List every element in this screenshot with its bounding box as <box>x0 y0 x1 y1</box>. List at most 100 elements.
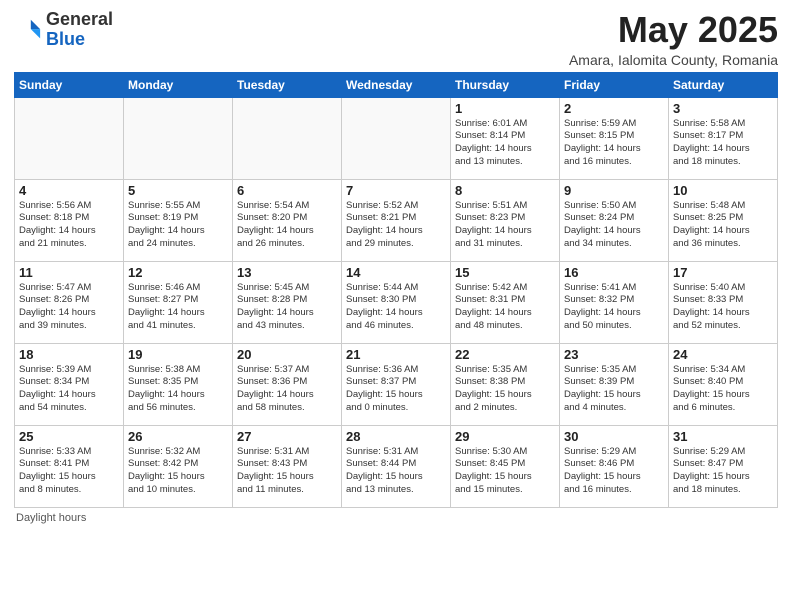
title-block: May 2025 Amara, Ialomita County, Romania <box>569 10 778 68</box>
calendar-cell <box>342 97 451 179</box>
logo: General Blue <box>14 10 113 50</box>
day-number: 24 <box>673 347 773 362</box>
calendar-cell <box>233 97 342 179</box>
cell-content: Sunrise: 5:47 AM Sunset: 8:26 PM Dayligh… <box>19 282 119 333</box>
calendar-cell: 5Sunrise: 5:55 AM Sunset: 8:19 PM Daylig… <box>124 179 233 261</box>
week-row-5: 25 Sunrise: 5:33 AM Sunset: 8:41 PM Dayli… <box>15 425 778 507</box>
calendar-cell: 13Sunrise: 5:45 AM Sunset: 8:28 PM Dayli… <box>233 261 342 343</box>
calendar-cell: 25 Sunrise: 5:33 AM Sunset: 8:41 PM Dayli… <box>15 425 124 507</box>
cell-content: Sunrise: 5:33 AM Sunset: 8:41 PM Dayligh… <box>19 446 119 497</box>
week-row-2: 4 Sunrise: 5:56 AM Sunset: 8:18 PM Daylig… <box>15 179 778 261</box>
footer-note: Daylight hours <box>14 512 778 524</box>
calendar-cell: 26 Sunrise: 5:32 AM Sunset: 8:42 PM Dayli… <box>124 425 233 507</box>
day-number: 22 <box>455 347 555 362</box>
week-row-3: 11Sunrise: 5:47 AM Sunset: 8:26 PM Dayli… <box>15 261 778 343</box>
header-row-days: SundayMondayTuesdayWednesdayThursdayFrid… <box>15 72 778 97</box>
calendar-cell: 1Sunrise: 6:01 AM Sunset: 8:14 PM Daylig… <box>451 97 560 179</box>
logo-general: General <box>46 9 113 29</box>
day-header-tuesday: Tuesday <box>233 72 342 97</box>
calendar-cell: 18Sunrise: 5:39 AM Sunset: 8:34 PM Dayli… <box>15 343 124 425</box>
day-number: 10 <box>673 183 773 198</box>
day-number: 2 <box>564 101 664 116</box>
logo-icon <box>14 16 42 44</box>
calendar-cell: 15 Sunrise: 5:42 AM Sunset: 8:31 PM Dayli… <box>451 261 560 343</box>
calendar-cell: 16Sunrise: 5:41 AM Sunset: 8:32 PM Dayli… <box>560 261 669 343</box>
calendar-cell: 17Sunrise: 5:40 AM Sunset: 8:33 PM Dayli… <box>669 261 778 343</box>
cell-content: Sunrise: 5:34 AM Sunset: 8:40 PM Dayligh… <box>673 364 773 415</box>
calendar-cell: 24 Sunrise: 5:34 AM Sunset: 8:40 PM Dayli… <box>669 343 778 425</box>
cell-content: Sunrise: 6:01 AM Sunset: 8:14 PM Dayligh… <box>455 118 555 169</box>
day-header-sunday: Sunday <box>15 72 124 97</box>
day-number: 15 <box>455 265 555 280</box>
calendar-cell: 8 Sunrise: 5:51 AM Sunset: 8:23 PM Daylig… <box>451 179 560 261</box>
cell-content: Sunrise: 5:55 AM Sunset: 8:19 PM Dayligh… <box>128 200 228 251</box>
cell-content: Sunrise: 5:54 AM Sunset: 8:20 PM Dayligh… <box>237 200 337 251</box>
day-header-saturday: Saturday <box>669 72 778 97</box>
cell-content: Sunrise: 5:51 AM Sunset: 8:23 PM Dayligh… <box>455 200 555 251</box>
day-header-friday: Friday <box>560 72 669 97</box>
calendar-cell: 9 Sunrise: 5:50 AM Sunset: 8:24 PM Daylig… <box>560 179 669 261</box>
day-number: 30 <box>564 429 664 444</box>
cell-content: Sunrise: 5:56 AM Sunset: 8:18 PM Dayligh… <box>19 200 119 251</box>
cell-content: Sunrise: 5:44 AM Sunset: 8:30 PM Dayligh… <box>346 282 446 333</box>
calendar-cell: 4 Sunrise: 5:56 AM Sunset: 8:18 PM Daylig… <box>15 179 124 261</box>
day-number: 14 <box>346 265 446 280</box>
cell-content: Sunrise: 5:29 AM Sunset: 8:47 PM Dayligh… <box>673 446 773 497</box>
week-row-1: 1Sunrise: 6:01 AM Sunset: 8:14 PM Daylig… <box>15 97 778 179</box>
cell-content: Sunrise: 5:35 AM Sunset: 8:39 PM Dayligh… <box>564 364 664 415</box>
day-header-thursday: Thursday <box>451 72 560 97</box>
cell-content: Sunrise: 5:30 AM Sunset: 8:45 PM Dayligh… <box>455 446 555 497</box>
cell-content: Sunrise: 5:35 AM Sunset: 8:38 PM Dayligh… <box>455 364 555 415</box>
day-number: 26 <box>128 429 228 444</box>
day-number: 25 <box>19 429 119 444</box>
day-number: 29 <box>455 429 555 444</box>
calendar-cell: 22 Sunrise: 5:35 AM Sunset: 8:38 PM Dayli… <box>451 343 560 425</box>
calendar-cell: 11Sunrise: 5:47 AM Sunset: 8:26 PM Dayli… <box>15 261 124 343</box>
cell-content: Sunrise: 5:31 AM Sunset: 8:43 PM Dayligh… <box>237 446 337 497</box>
cell-content: Sunrise: 5:46 AM Sunset: 8:27 PM Dayligh… <box>128 282 228 333</box>
day-number: 4 <box>19 183 119 198</box>
calendar-cell: 10 Sunrise: 5:48 AM Sunset: 8:25 PM Dayli… <box>669 179 778 261</box>
calendar-cell: 19Sunrise: 5:38 AM Sunset: 8:35 PM Dayli… <box>124 343 233 425</box>
cell-content: Sunrise: 5:58 AM Sunset: 8:17 PM Dayligh… <box>673 118 773 169</box>
day-header-monday: Monday <box>124 72 233 97</box>
day-number: 31 <box>673 429 773 444</box>
calendar-table: SundayMondayTuesdayWednesdayThursdayFrid… <box>14 72 778 508</box>
day-number: 8 <box>455 183 555 198</box>
day-number: 9 <box>564 183 664 198</box>
calendar-cell: 6 Sunrise: 5:54 AM Sunset: 8:20 PM Daylig… <box>233 179 342 261</box>
calendar-cell: 31 Sunrise: 5:29 AM Sunset: 8:47 PM Dayli… <box>669 425 778 507</box>
calendar-cell: 20Sunrise: 5:37 AM Sunset: 8:36 PM Dayli… <box>233 343 342 425</box>
logo-blue: Blue <box>46 29 85 49</box>
location-subtitle: Amara, Ialomita County, Romania <box>569 52 778 68</box>
day-number: 23 <box>564 347 664 362</box>
day-header-wednesday: Wednesday <box>342 72 451 97</box>
day-number: 13 <box>237 265 337 280</box>
day-number: 3 <box>673 101 773 116</box>
day-number: 7 <box>346 183 446 198</box>
day-number: 17 <box>673 265 773 280</box>
day-number: 28 <box>346 429 446 444</box>
cell-content: Sunrise: 5:38 AM Sunset: 8:35 PM Dayligh… <box>128 364 228 415</box>
cell-content: Sunrise: 5:42 AM Sunset: 8:31 PM Dayligh… <box>455 282 555 333</box>
day-number: 21 <box>346 347 446 362</box>
day-number: 18 <box>19 347 119 362</box>
cell-content: Sunrise: 5:36 AM Sunset: 8:37 PM Dayligh… <box>346 364 446 415</box>
cell-content: Sunrise: 5:31 AM Sunset: 8:44 PM Dayligh… <box>346 446 446 497</box>
day-number: 6 <box>237 183 337 198</box>
calendar-cell: 23 Sunrise: 5:35 AM Sunset: 8:39 PM Dayli… <box>560 343 669 425</box>
cell-content: Sunrise: 5:29 AM Sunset: 8:46 PM Dayligh… <box>564 446 664 497</box>
cell-content: Sunrise: 5:32 AM Sunset: 8:42 PM Dayligh… <box>128 446 228 497</box>
calendar-cell: 12Sunrise: 5:46 AM Sunset: 8:27 PM Dayli… <box>124 261 233 343</box>
cell-content: Sunrise: 5:48 AM Sunset: 8:25 PM Dayligh… <box>673 200 773 251</box>
calendar-cell: 29 Sunrise: 5:30 AM Sunset: 8:45 PM Dayli… <box>451 425 560 507</box>
calendar-cell: 30 Sunrise: 5:29 AM Sunset: 8:46 PM Dayli… <box>560 425 669 507</box>
header-row: General Blue May 2025 Amara, Ialomita Co… <box>14 10 778 68</box>
cell-content: Sunrise: 5:52 AM Sunset: 8:21 PM Dayligh… <box>346 200 446 251</box>
calendar-cell: 27Sunrise: 5:31 AM Sunset: 8:43 PM Dayli… <box>233 425 342 507</box>
calendar-cell: 2Sunrise: 5:59 AM Sunset: 8:15 PM Daylig… <box>560 97 669 179</box>
cell-content: Sunrise: 5:50 AM Sunset: 8:24 PM Dayligh… <box>564 200 664 251</box>
cell-content: Sunrise: 5:41 AM Sunset: 8:32 PM Dayligh… <box>564 282 664 333</box>
calendar-cell: 7 Sunrise: 5:52 AM Sunset: 8:21 PM Daylig… <box>342 179 451 261</box>
day-number: 20 <box>237 347 337 362</box>
